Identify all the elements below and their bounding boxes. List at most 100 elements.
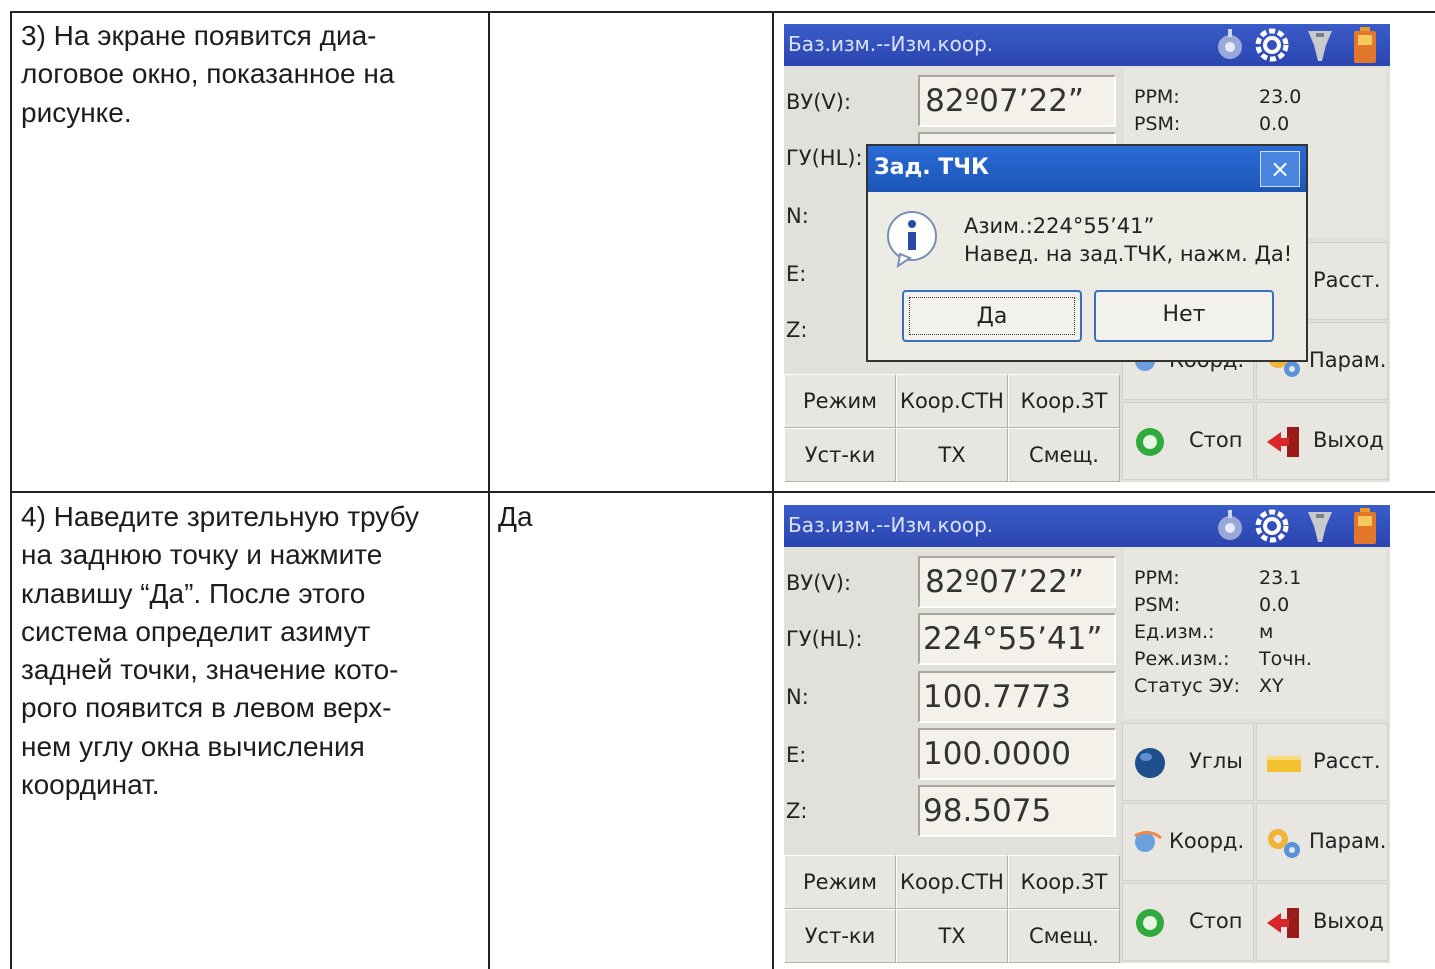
angles-globe-icon — [1135, 748, 1165, 778]
exit-door-icon — [1267, 427, 1299, 457]
info-value-units: м — [1259, 621, 1274, 643]
dialog-instruction-text: Навед. на зад.ТЧК, нажм. Да! — [964, 242, 1293, 266]
info-key-mode: Реж.изм.: — [1134, 648, 1230, 670]
stop-icon — [1136, 909, 1164, 937]
field-label-n: N: — [786, 685, 809, 709]
screen-titlebar: Баз.изм.--Изм.коор. — [784, 24, 1390, 66]
distance-button[interactable]: Расст. — [1256, 723, 1388, 801]
softkey-tx[interactable]: ТХ — [896, 909, 1008, 963]
stop-button-label: Стоп — [1189, 909, 1243, 933]
dialog-yes-button[interactable]: Да — [902, 290, 1082, 342]
softkey-backsight-coords[interactable]: Коор.ЗТ — [1008, 374, 1120, 428]
table-row-divider — [10, 491, 1435, 493]
field-label-v: ВУ(V): — [786, 90, 852, 114]
dialog-close-button[interactable]: × — [1260, 151, 1300, 187]
info-value-edm-status: XY — [1259, 675, 1284, 697]
angles-button-label: Углы — [1189, 749, 1243, 773]
field-label-n: N: — [786, 204, 809, 228]
field-value-hl: 224°55’41” — [918, 613, 1116, 665]
table-column-divider-1 — [488, 11, 490, 969]
info-key-psm: PSM: — [1134, 594, 1181, 616]
step-4-key: Да — [498, 501, 533, 532]
battery-icon — [1354, 508, 1376, 544]
coordinates-button-label: Коорд. — [1169, 829, 1245, 853]
parameters-button-label: Парам. — [1309, 348, 1387, 372]
info-value-ppm: 23.0 — [1259, 86, 1302, 108]
dialog-title: Зад. ТЧК — [874, 155, 990, 180]
device-screen-step-3: Баз.изм.--Изм.коор. ВУ(V): 82º07’22” ГУ(… — [784, 24, 1390, 482]
coordinates-icon — [1134, 831, 1162, 852]
dialog-titlebar: Зад. ТЧК × — [868, 146, 1306, 192]
info-value-mode: Точн. — [1259, 648, 1312, 670]
softkey-mode[interactable]: Режим — [784, 855, 896, 909]
info-value-psm: 0.0 — [1259, 113, 1290, 135]
info-key-edm-status: Статус ЭУ: — [1134, 675, 1241, 697]
field-label-e: E: — [786, 262, 807, 286]
dialog-azimuth-text: Азим.:224°55’41” — [964, 214, 1155, 238]
field-value-v: 82º07’22” — [918, 556, 1116, 608]
stop-icon — [1136, 428, 1164, 456]
softkey-station-coords[interactable]: Коор.СТН — [896, 374, 1008, 428]
stop-button[interactable]: Стоп — [1122, 883, 1254, 961]
table-border-left — [10, 11, 12, 969]
plummet-icon — [1308, 512, 1332, 542]
exit-door-icon — [1267, 908, 1299, 938]
field-value-n: 100.7773 — [918, 671, 1116, 723]
stop-button[interactable]: Стоп — [1122, 402, 1254, 480]
backsight-dialog: Зад. ТЧК × Азим.:224°55’41” Навед. на за… — [866, 144, 1308, 362]
step-4-description: 4) Наведите зрительную трубу на заднюю т… — [21, 501, 420, 801]
field-value-v: 82º07’22” — [918, 75, 1116, 127]
screen-title: Баз.изм.--Изм.коор. — [788, 513, 994, 537]
field-label-v: ВУ(V): — [786, 571, 852, 595]
step-3-description: 3) На экране появится диа- логовое окно,… — [21, 20, 395, 128]
plummet-icon — [1308, 31, 1332, 61]
battery-icon — [1354, 27, 1376, 63]
parameters-gears-icon — [1268, 829, 1300, 858]
info-key-ppm: PPM: — [1134, 567, 1180, 589]
exit-button[interactable]: Выход — [1256, 883, 1388, 961]
screen-title: Баз.изм.--Изм.коор. — [788, 32, 994, 56]
settings-gear-icon[interactable] — [1254, 508, 1290, 544]
measure-info-panel: PPM: 23.1 PSM: 0.0 Ед.изм.: м Реж.изм.: … — [1124, 549, 1386, 719]
exit-button-label: Выход — [1313, 428, 1384, 452]
softkey-settings[interactable]: Уст-ки — [784, 428, 896, 482]
parameters-button-label: Парам. — [1309, 829, 1387, 853]
table-border-top — [10, 11, 1435, 13]
field-label-e: E: — [786, 743, 807, 767]
exit-button[interactable]: Выход — [1256, 402, 1388, 480]
field-label-z: Z: — [786, 799, 808, 823]
info-key-psm: PSM: — [1134, 113, 1181, 135]
softkey-tx[interactable]: ТХ — [896, 428, 1008, 482]
field-label-z: Z: — [786, 318, 808, 342]
info-icon — [887, 211, 937, 269]
distance-button-label: Расст. — [1313, 268, 1381, 292]
softkey-mode[interactable]: Режим — [784, 374, 896, 428]
angles-button[interactable]: Углы — [1122, 723, 1254, 801]
info-value-psm: 0.0 — [1259, 594, 1290, 616]
settings-gear-icon[interactable] — [1254, 27, 1290, 63]
info-key-ppm: PPM: — [1134, 86, 1180, 108]
softkey-offset[interactable]: Смещ. — [1008, 909, 1120, 963]
distance-button-label: Расст. — [1313, 749, 1381, 773]
softkey-offset[interactable]: Смещ. — [1008, 428, 1120, 482]
softkey-station-coords[interactable]: Коор.СТН — [896, 855, 1008, 909]
dialog-yes-label: Да — [909, 297, 1075, 335]
field-value-e: 100.0000 — [918, 728, 1116, 780]
level-icon — [1218, 29, 1242, 59]
dialog-no-button[interactable]: Нет — [1094, 290, 1274, 342]
coordinates-button[interactable]: Коорд. — [1122, 803, 1254, 881]
level-icon — [1218, 510, 1242, 540]
table-column-divider-2 — [772, 11, 774, 969]
info-key-units: Ед.изм.: — [1134, 621, 1215, 643]
exit-button-label: Выход — [1313, 909, 1384, 933]
softkey-settings[interactable]: Уст-ки — [784, 909, 896, 963]
distance-ruler-icon — [1267, 756, 1301, 772]
stop-button-label: Стоп — [1189, 428, 1243, 452]
info-value-ppm: 23.1 — [1259, 567, 1302, 589]
softkey-backsight-coords[interactable]: Коор.ЗТ — [1008, 855, 1120, 909]
parameters-button[interactable]: Парам. — [1256, 803, 1388, 881]
screen-titlebar: Баз.изм.--Изм.коор. — [784, 505, 1390, 547]
field-value-z: 98.5075 — [918, 785, 1116, 837]
device-screen-step-4: Баз.изм.--Изм.коор. ВУ(V): 82º07’22” ГУ(… — [784, 505, 1390, 963]
field-label-hl: ГУ(HL): — [786, 146, 863, 170]
